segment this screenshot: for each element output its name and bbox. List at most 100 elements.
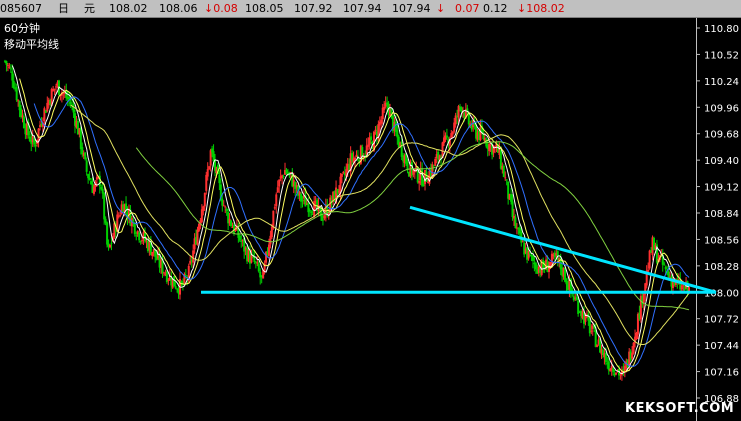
y-tick-label: 109.40	[704, 156, 739, 167]
value-3: 0.12	[483, 2, 508, 15]
candle-down	[15, 87, 18, 101]
candle-down	[459, 106, 462, 108]
candle-down	[594, 329, 597, 347]
candle-up	[615, 372, 618, 375]
candle-down	[364, 155, 367, 157]
candle-up	[141, 240, 144, 242]
y-tick-label: 109.96	[704, 103, 739, 114]
candle-down	[133, 222, 136, 235]
open-value: 108.02	[109, 2, 148, 15]
candle-down	[514, 217, 517, 229]
candle-down	[505, 179, 508, 181]
candle-up	[109, 244, 112, 248]
candle-up	[272, 210, 275, 229]
candle-up	[53, 88, 56, 90]
candle-up	[192, 250, 195, 263]
candle-down	[174, 286, 177, 289]
candle-down	[396, 129, 399, 138]
candle-up	[202, 206, 205, 211]
candle-up	[631, 353, 634, 359]
candle-down	[308, 209, 311, 211]
candle-up	[92, 186, 95, 194]
down-arrow: ↓	[436, 2, 446, 15]
trendline-2	[409, 205, 717, 294]
candle-up	[521, 241, 524, 243]
candle-down	[34, 145, 37, 147]
candle-up	[365, 145, 368, 155]
candle-up	[647, 269, 650, 272]
y-tick-label: 108.84	[704, 209, 739, 220]
period-label: 60分钟	[4, 22, 40, 35]
candle-down	[531, 255, 534, 261]
candle-down	[499, 149, 502, 169]
ma-line-longer	[70, 104, 690, 345]
candle-up	[323, 215, 326, 219]
candle-down	[564, 268, 567, 282]
candle-up	[590, 330, 593, 332]
candle-down	[445, 135, 448, 138]
candle-down	[422, 184, 425, 186]
candle-down	[502, 166, 505, 178]
candle-down	[400, 141, 403, 157]
candle-down	[664, 266, 667, 270]
candle-up	[6, 65, 9, 67]
candle-down	[132, 219, 135, 222]
y-tick-label: 109.68	[704, 130, 739, 141]
candle-up	[43, 108, 46, 122]
y-tick-label: 110.80	[704, 24, 739, 35]
candle-down	[240, 240, 243, 242]
change-2: 0.07	[455, 2, 480, 15]
candle-up	[119, 214, 122, 216]
candle-up	[418, 181, 421, 184]
candle-up	[206, 169, 209, 177]
candle-down	[421, 168, 424, 186]
y-tick-label: 107.16	[704, 368, 739, 379]
indicator-label: 移动平均线	[4, 38, 59, 51]
candle-down	[282, 176, 285, 178]
candle-down	[79, 127, 82, 149]
candle-up	[224, 206, 227, 208]
candle-up	[117, 215, 120, 217]
candle-down	[604, 353, 607, 363]
candle-up	[273, 207, 276, 209]
candle-up	[682, 285, 685, 287]
candle-up	[205, 174, 208, 191]
candle-down	[101, 188, 104, 194]
candle-up	[203, 192, 206, 207]
candle-up	[632, 342, 635, 354]
candle-up	[269, 235, 272, 245]
candle-up	[55, 86, 58, 88]
candle-down	[104, 218, 107, 223]
watermark: KEKSOFT.COM	[625, 401, 735, 416]
candle-down	[253, 256, 256, 262]
candle-up	[648, 250, 651, 269]
candle-up	[276, 187, 279, 193]
candle-down	[467, 113, 470, 125]
candle-down	[301, 200, 304, 202]
candle-down	[575, 297, 578, 301]
candle-up	[209, 150, 212, 166]
candle-down	[218, 175, 221, 184]
candle-up	[267, 244, 270, 256]
candle-up	[374, 129, 377, 131]
candle-up	[451, 131, 454, 135]
candle-up	[340, 173, 343, 177]
value-2: 107.94	[343, 2, 382, 15]
candle-down	[534, 262, 537, 270]
quote-header-bar: 085607 日 元 108.02 108.06 ↓0.08 108.05 10…	[0, 0, 741, 18]
y-tick-label: 108.28	[704, 262, 739, 273]
candle-down	[9, 68, 12, 70]
candle-down	[173, 276, 176, 287]
candle-down	[110, 242, 113, 244]
candle-down	[22, 116, 25, 129]
candle-up	[383, 106, 386, 110]
candle-down	[139, 241, 142, 243]
candle-up	[250, 254, 253, 263]
candle-up	[278, 179, 281, 187]
candle-up	[596, 344, 599, 348]
last-value: 107.94	[392, 2, 431, 15]
candle-up	[37, 128, 40, 140]
unit-glyph: 元	[84, 2, 95, 15]
candle-down	[103, 193, 106, 220]
period-glyph: 日	[58, 2, 69, 15]
